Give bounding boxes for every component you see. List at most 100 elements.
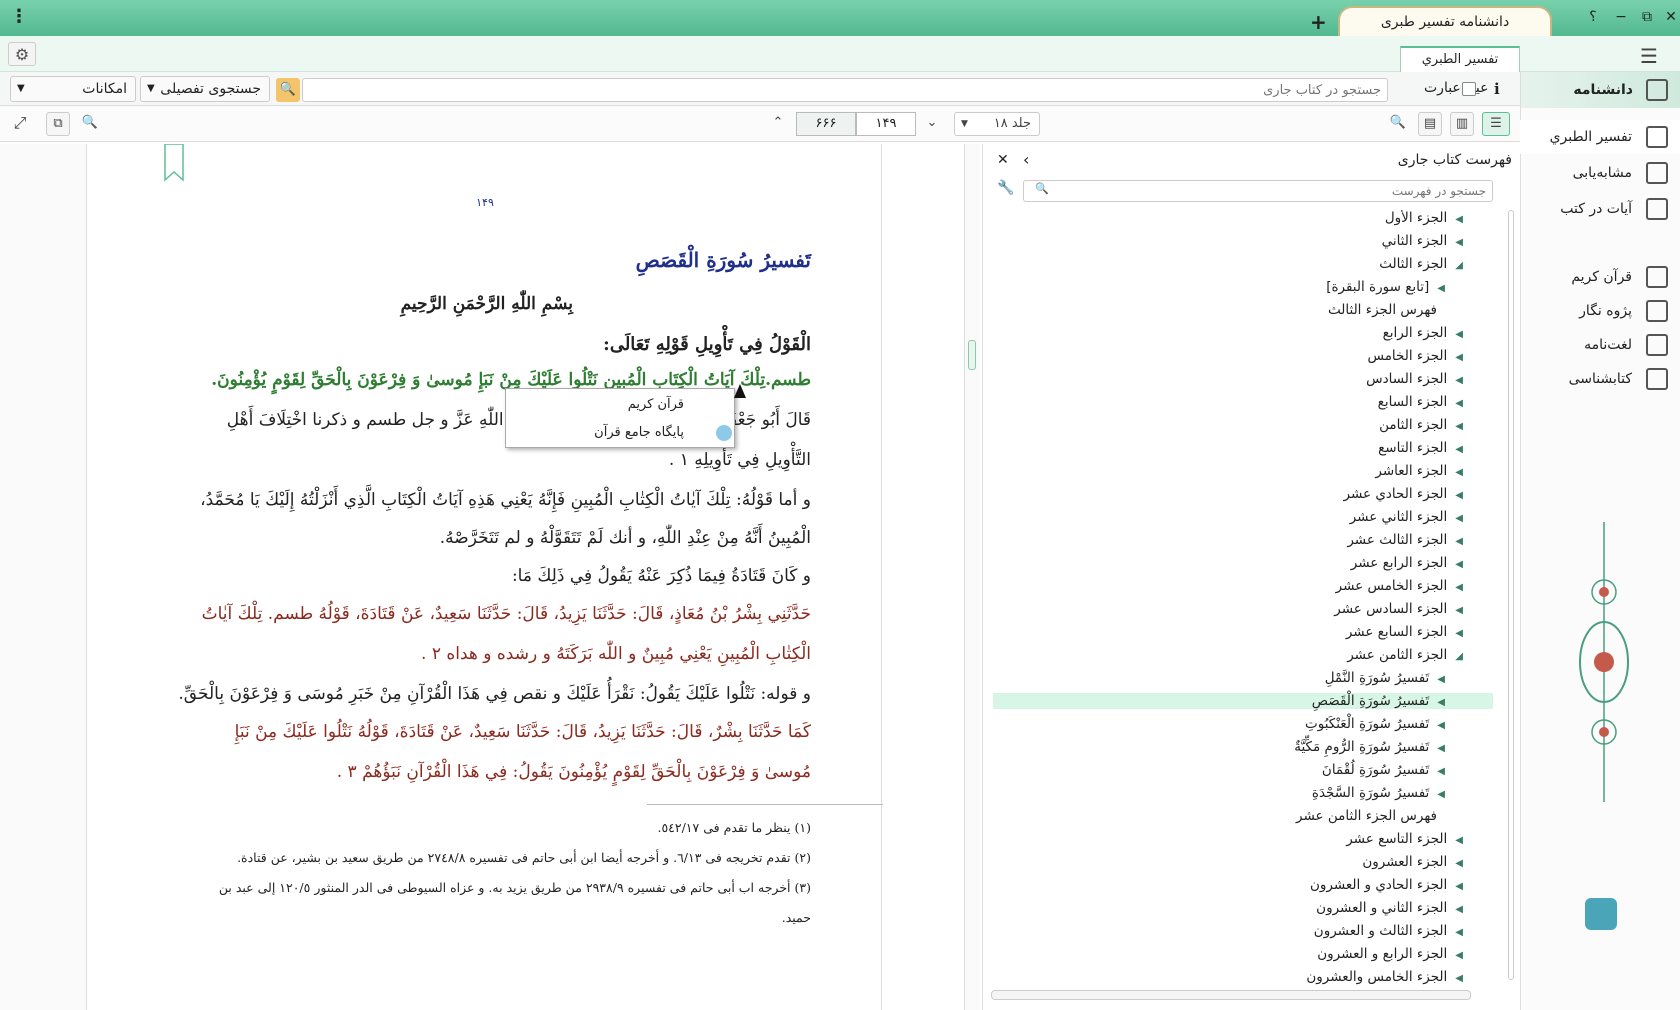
chevron-left-icon[interactable]: ‹	[1023, 150, 1029, 169]
expand-arrow-icon[interactable]: ◀	[1455, 835, 1463, 846]
toc-item[interactable]: ◀ تَفسيرُ سُورَةِ لُقْمَانَ	[1322, 762, 1445, 778]
expand-arrow-icon[interactable]: ◀	[1455, 881, 1463, 892]
toc-item[interactable]: ◀ الجزء التاسع	[1378, 440, 1463, 456]
expand-icon[interactable]: ⤢	[8, 112, 32, 136]
minimize-button[interactable]: −	[1610, 6, 1632, 28]
sidebar-item[interactable]: مشابه‌یابی	[1520, 156, 1680, 190]
toc-item[interactable]: ◀ الجزء الثالث عشر	[1347, 532, 1463, 548]
expand-arrow-icon[interactable]: ◀	[1455, 352, 1463, 363]
toc-item[interactable]: ◀ الجزء السابع	[1378, 394, 1463, 410]
toc-vertical-scrollbar[interactable]	[1508, 210, 1514, 980]
expand-arrow-icon[interactable]: ◀	[1455, 973, 1463, 984]
popup-item-quran-base[interactable]: پايگاه جامع قرآن	[594, 425, 684, 440]
toc-item[interactable]: ◀ الجزء الرابع و العشرون	[1317, 946, 1463, 962]
toc-item[interactable]: ◀ الجزء العاشر	[1375, 463, 1463, 479]
sidebar-item[interactable]: تفسير الطبري	[1520, 120, 1680, 154]
expand-arrow-icon[interactable]: ◀	[1455, 237, 1463, 248]
exact-phrase-checkbox[interactable]	[1462, 82, 1476, 96]
toc-item[interactable]: ◀ تَفسيرُ سُورَةِ الْقَصَصِ	[993, 693, 1493, 709]
toc-item[interactable]: ◀ الجزء الثاني	[1382, 233, 1463, 249]
settings-gear-icon[interactable]: ⚙	[8, 42, 36, 66]
app-menu-icon[interactable]: ⋮	[10, 6, 28, 27]
toc-search-input[interactable]	[1023, 180, 1493, 202]
toc-item[interactable]: ◀ الجزء الأول	[1385, 210, 1463, 226]
hamburger-menu-icon[interactable]: ☰	[1640, 44, 1658, 68]
toc-item[interactable]: ◀ الجزء السادس عشر	[1334, 601, 1463, 617]
toc-item[interactable]: ◀ الجزء الخامس والعشرون	[1306, 969, 1463, 985]
toc-item[interactable]: ◀ الجزء الحادي و العشرون	[1310, 877, 1463, 893]
splitter-handle[interactable]	[968, 340, 976, 370]
toc-item[interactable]: ◀ تَفسيرُ سُورَةِ الرُّومِ مَكِّيَّةٌ	[1294, 739, 1445, 755]
volume-select[interactable]: جلد ۱۸ ▼	[954, 112, 1040, 136]
restore-button[interactable]: ⧉	[1636, 6, 1658, 28]
expand-arrow-icon[interactable]: ◀	[1455, 398, 1463, 409]
pane-splitter[interactable]	[964, 144, 980, 1010]
sidebar-tool[interactable]: لغت‌نامه	[1520, 328, 1680, 362]
toc-item[interactable]: ◀ الجزء الحادي عشر	[1344, 486, 1463, 502]
toc-item[interactable]: ◀ تَفسيرُ سُورَةِ النَّمْلِ	[1325, 670, 1445, 686]
expand-arrow-icon[interactable]: ◀	[1437, 283, 1445, 294]
toc-item[interactable]: ◀ الجزء السابع عشر	[1346, 624, 1463, 640]
page-up-icon[interactable]: ⌃	[766, 112, 790, 136]
sidebar-tool[interactable]: کتابشناسی	[1520, 362, 1680, 396]
toc-item[interactable]: ◢ الجزء الثالث	[1379, 256, 1463, 272]
toc-item[interactable]: ◢ الجزء الثامن عشر	[1347, 647, 1463, 663]
toc-item[interactable]: ◀ الجزء التاسع عشر	[1346, 831, 1463, 847]
toc-item[interactable]: ◀ الجزء الثامن	[1379, 417, 1463, 433]
expand-arrow-icon[interactable]: ◀	[1455, 467, 1463, 478]
sidebar-tool[interactable]: قرآن کریم	[1520, 260, 1680, 294]
page-down-icon[interactable]: ⌄	[920, 112, 944, 136]
wrench-icon[interactable]: 🔧	[997, 180, 1014, 196]
book-view-icon[interactable]: ▥	[1450, 112, 1474, 136]
expand-arrow-icon[interactable]: ◀	[1455, 904, 1463, 915]
expand-arrow-icon[interactable]: ◀	[1455, 536, 1463, 547]
expand-arrow-icon[interactable]: ◀	[1455, 421, 1463, 432]
toc-item[interactable]: فهرس الجزء الثالث	[1328, 302, 1445, 318]
expand-arrow-icon[interactable]: ◀	[1437, 743, 1445, 754]
detail-search-dropdown[interactable]: ▼ جستجوی تفصیلی	[140, 76, 270, 102]
expand-arrow-icon[interactable]: ◀	[1455, 950, 1463, 961]
document-tab[interactable]: دانشنامه تفسیر طبری	[1338, 6, 1552, 36]
toc-item[interactable]: ◀ الجزء الثاني عشر	[1350, 509, 1463, 525]
expand-arrow-icon[interactable]: ◀	[1455, 375, 1463, 386]
reading-pane[interactable]: ۱۴۹ تَفسيرُ سُورَةِ الْقَصَصِ بِسْمِ الل…	[86, 144, 883, 1010]
expand-arrow-icon[interactable]: ◀	[1437, 766, 1445, 777]
expand-arrow-icon[interactable]: ◀	[1437, 789, 1445, 800]
expand-arrow-icon[interactable]: ◀	[1455, 444, 1463, 455]
toc-item[interactable]: ◀ الجزء الخامس	[1367, 348, 1463, 364]
new-tab-button[interactable]: +	[1310, 10, 1327, 34]
toc-item[interactable]: ◀ الجزء الثاني و العشرون	[1316, 900, 1463, 916]
help-button[interactable]: ؟	[1582, 6, 1604, 28]
toc-item[interactable]: ◀ تَفسيرُ سُورَةِ السَّجْدَةِ	[1312, 785, 1445, 801]
sidebar-tool[interactable]: پژوه نگار	[1520, 294, 1680, 328]
sidebar-item[interactable]: آیات در کتب	[1520, 192, 1680, 226]
zoom-search-icon[interactable]: 🔍	[78, 112, 102, 136]
close-icon[interactable]: ✕	[997, 152, 1009, 168]
search-in-toc-icon[interactable]: 🔍	[1386, 112, 1410, 136]
toc-item[interactable]: ◀ الجزء الخامس عشر	[1336, 578, 1463, 594]
expand-arrow-icon[interactable]: ◀	[1455, 490, 1463, 501]
toc-horizontal-scrollbar[interactable]	[991, 990, 1471, 1000]
toc-item[interactable]: ◀ تَفسيرُ سُورَةِ الْعَنْكَبُوتِ	[1305, 716, 1445, 732]
expand-arrow-icon[interactable]: ◀	[1437, 697, 1445, 708]
expand-arrow-icon[interactable]: ◀	[1437, 720, 1445, 731]
expand-arrow-icon[interactable]: ◀	[1455, 214, 1463, 225]
toc-item[interactable]: فهرس الجزء الثامن عشر	[1296, 808, 1445, 824]
expand-arrow-icon[interactable]: ◀	[1455, 605, 1463, 616]
expand-arrow-icon[interactable]: ◀	[1455, 858, 1463, 869]
book-tab[interactable]: تفسير الطبري	[1400, 46, 1520, 72]
toc-item[interactable]: ◀ الجزء الثالث و العشرون	[1314, 923, 1463, 939]
toc-item[interactable]: ◀ الجزء السادس	[1366, 371, 1463, 387]
expand-arrow-icon[interactable]: ◀	[1437, 674, 1445, 685]
expand-arrow-icon[interactable]: ◀	[1455, 628, 1463, 639]
expand-arrow-icon[interactable]: ◢	[1455, 260, 1463, 271]
expand-arrow-icon[interactable]: ◀	[1455, 927, 1463, 938]
bookmark-icon[interactable]: ▤	[1418, 112, 1442, 136]
expand-arrow-icon[interactable]: ◀	[1455, 513, 1463, 524]
search-icon[interactable]: 🔍	[276, 78, 300, 102]
toc-item[interactable]: ◀ [تابع سورة البقرة]	[1326, 279, 1445, 295]
expand-arrow-icon[interactable]: ◀	[1455, 582, 1463, 593]
expand-arrow-icon[interactable]: ◀	[1455, 559, 1463, 570]
toc-item[interactable]: ◀ الجزء الرابع عشر	[1351, 555, 1463, 571]
popup-item-quran[interactable]: قرآن كريم	[628, 397, 684, 412]
